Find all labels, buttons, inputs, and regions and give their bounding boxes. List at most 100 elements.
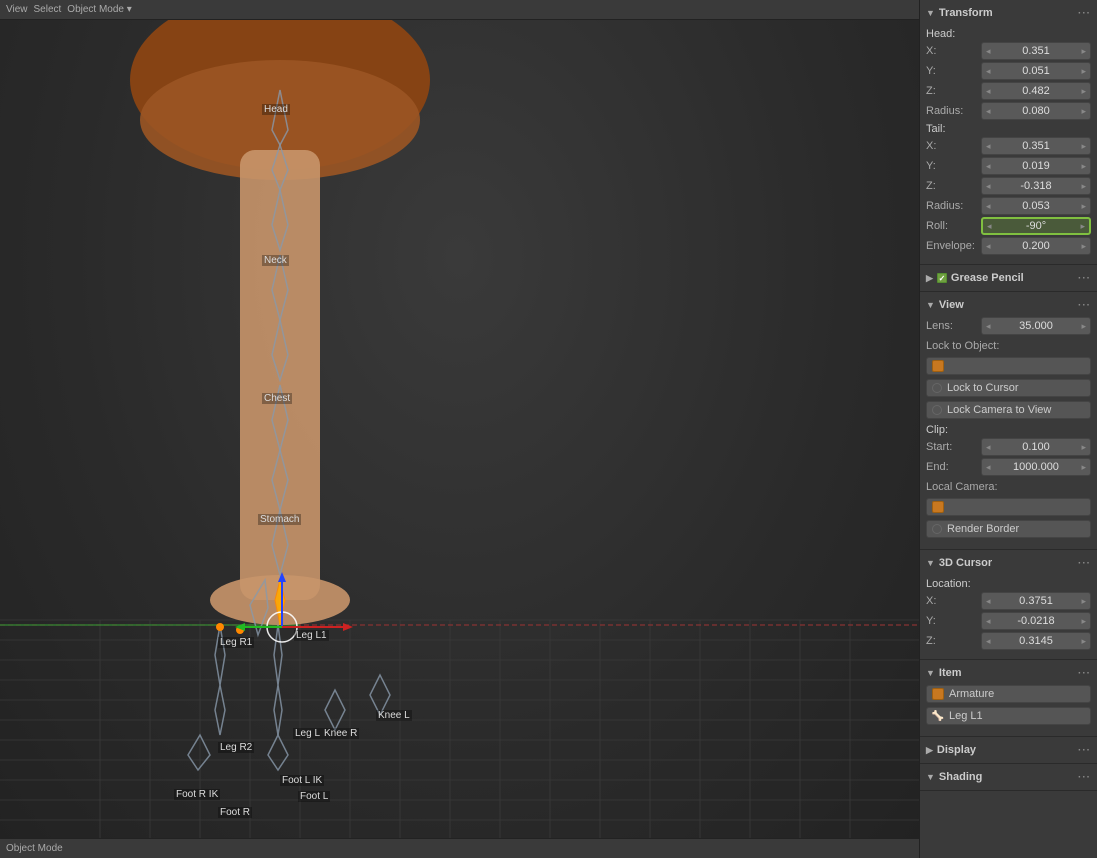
clip-end-arrow-right[interactable]: ▸ xyxy=(1081,462,1086,473)
local-camera-button[interactable] xyxy=(926,498,1091,516)
head-z-arrow-right[interactable]: ▸ xyxy=(1081,86,1086,97)
tail-z-arrow-left[interactable]: ◂ xyxy=(986,181,991,192)
tail-y-arrow-left[interactable]: ◂ xyxy=(986,161,991,172)
grease-pencil-dots: ··· xyxy=(1078,273,1091,284)
cursor-y-arrow-left[interactable]: ◂ xyxy=(986,616,991,627)
clip-end-row: End: ◂ 1000.000 ▸ xyxy=(926,458,1091,476)
transform-section: ▼ Transform ··· Head: X: ◂ 0.351 ▸ Y: ◂ … xyxy=(920,0,1097,265)
lock-cursor-button[interactable]: Lock to Cursor xyxy=(926,379,1091,397)
shading-title: Shading xyxy=(939,771,982,783)
lens-row: Lens: ◂ 35.000 ▸ xyxy=(926,317,1091,335)
local-camera-cube-icon xyxy=(932,501,944,513)
display-header[interactable]: ▶ Display ··· xyxy=(920,741,1097,759)
cursor3d-header[interactable]: ▼ 3D Cursor ··· xyxy=(920,554,1097,572)
envelope-arrow-right[interactable]: ▸ xyxy=(1081,241,1086,252)
envelope-arrow-left[interactable]: ◂ xyxy=(986,241,991,252)
clip-start-arrow-left[interactable]: ◂ xyxy=(986,442,991,453)
roll-arrow-right[interactable]: ▸ xyxy=(1080,221,1085,232)
lock-camera-row: Lock Camera to View xyxy=(926,401,1091,421)
item-section: ▼ Item ··· Armature 🦴 Leg L1 xyxy=(920,660,1097,737)
tail-y-field[interactable]: ◂ 0.019 ▸ xyxy=(981,157,1091,175)
shading-header[interactable]: ▼ Shading ··· xyxy=(920,768,1097,786)
clip-end-label: End: xyxy=(926,461,981,473)
item-header[interactable]: ▼ Item ··· xyxy=(920,664,1097,682)
select-mode-label: Select xyxy=(34,4,62,15)
cursor-x-field[interactable]: ◂ 0.3751 ▸ xyxy=(981,592,1091,610)
head-y-arrow-left[interactable]: ◂ xyxy=(986,66,991,77)
cursor-y-arrow-right[interactable]: ▸ xyxy=(1081,616,1086,627)
cursor3d-arrow: ▼ xyxy=(926,558,935,568)
head-radius-value: 0.080 xyxy=(1022,105,1050,117)
display-title: Display xyxy=(937,744,976,756)
tail-x-row: X: ◂ 0.351 ▸ xyxy=(926,137,1091,155)
tail-radius-arrow-right[interactable]: ▸ xyxy=(1081,201,1086,212)
head-x-arrow-left[interactable]: ◂ xyxy=(986,46,991,57)
head-y-arrow-right[interactable]: ▸ xyxy=(1081,66,1086,77)
roll-arrow-left[interactable]: ◂ xyxy=(987,221,992,232)
cursor3d-section: ▼ 3D Cursor ··· Location: X: ◂ 0.3751 ▸ … xyxy=(920,550,1097,660)
head-radius-arrow-left[interactable]: ◂ xyxy=(986,106,991,117)
head-z-arrow-left[interactable]: ◂ xyxy=(986,86,991,97)
lock-camera-button[interactable]: Lock Camera to View xyxy=(926,401,1091,419)
head-y-field[interactable]: ◂ 0.051 ▸ xyxy=(981,62,1091,80)
view-content: Lens: ◂ 35.000 ▸ Lock to Object: xyxy=(920,314,1097,545)
viewport-grid xyxy=(0,0,919,858)
display-arrow: ▶ xyxy=(926,745,933,756)
object-mode-dropdown[interactable]: Object Mode ▾ xyxy=(67,4,132,15)
roll-field[interactable]: ◂ -90° ▸ xyxy=(981,217,1091,235)
clip-start-field[interactable]: ◂ 0.100 ▸ xyxy=(981,438,1091,456)
tail-radius-field[interactable]: ◂ 0.053 ▸ xyxy=(981,197,1091,215)
tail-y-arrow-right[interactable]: ▸ xyxy=(1081,161,1086,172)
tail-y-row: Y: ◂ 0.019 ▸ xyxy=(926,157,1091,175)
shading-section: ▼ Shading ··· xyxy=(920,764,1097,791)
cursor-z-label: Z: xyxy=(926,635,981,647)
item-bone-button[interactable]: 🦴 Leg L1 xyxy=(926,707,1091,725)
tail-x-arrow-right[interactable]: ▸ xyxy=(1081,141,1086,152)
lens-field[interactable]: ◂ 35.000 ▸ xyxy=(981,317,1091,335)
render-border-button[interactable]: Render Border xyxy=(926,520,1091,538)
clip-start-arrow-right[interactable]: ▸ xyxy=(1081,442,1086,453)
head-group-label: Head: xyxy=(926,28,1091,40)
cursor-y-field[interactable]: ◂ -0.0218 ▸ xyxy=(981,612,1091,630)
roll-row: Roll: ◂ -90° ▸ xyxy=(926,217,1091,235)
clip-end-arrow-left[interactable]: ◂ xyxy=(986,462,991,473)
tail-x-field[interactable]: ◂ 0.351 ▸ xyxy=(981,137,1091,155)
head-radius-field[interactable]: ◂ 0.080 ▸ xyxy=(981,102,1091,120)
view-header[interactable]: ▼ View ··· xyxy=(920,296,1097,314)
clip-end-field[interactable]: ◂ 1000.000 ▸ xyxy=(981,458,1091,476)
cursor-z-arrow-right[interactable]: ▸ xyxy=(1081,636,1086,647)
cursor-z-field[interactable]: ◂ 0.3145 ▸ xyxy=(981,632,1091,650)
head-x-field[interactable]: ◂ 0.351 ▸ xyxy=(981,42,1091,60)
envelope-field[interactable]: ◂ 0.200 ▸ xyxy=(981,237,1091,255)
lock-object-button[interactable] xyxy=(926,357,1091,375)
tail-x-arrow-left[interactable]: ◂ xyxy=(986,141,991,152)
roll-value: -90° xyxy=(1026,220,1046,232)
lens-arrow-left[interactable]: ◂ xyxy=(986,321,991,332)
clip-group-label: Clip: xyxy=(926,424,1091,436)
head-radius-arrow-right[interactable]: ▸ xyxy=(1081,106,1086,117)
viewport-3d[interactable]: Head Neck Chest Stomach Leg L1 Leg R1 Le… xyxy=(0,0,919,858)
viewport-bottombar: Object Mode xyxy=(0,838,919,858)
view-mode-label: View xyxy=(6,4,28,15)
view-section: ▼ View ··· Lens: ◂ 35.000 ▸ Lock to Obje… xyxy=(920,292,1097,550)
cursor-y-value: -0.0218 xyxy=(1017,615,1054,627)
cursor-z-arrow-left[interactable]: ◂ xyxy=(986,636,991,647)
transform-content: Head: X: ◂ 0.351 ▸ Y: ◂ 0.051 ▸ Z: xyxy=(920,22,1097,260)
head-x-arrow-right[interactable]: ▸ xyxy=(1081,46,1086,57)
lock-object-field-row xyxy=(926,357,1091,377)
cursor-x-arrow-left[interactable]: ◂ xyxy=(986,596,991,607)
grease-pencil-header[interactable]: ▶ ✓ Grease Pencil ··· xyxy=(920,269,1097,287)
tail-z-field[interactable]: ◂ -0.318 ▸ xyxy=(981,177,1091,195)
tail-z-arrow-right[interactable]: ▸ xyxy=(1081,181,1086,192)
tail-radius-arrow-left[interactable]: ◂ xyxy=(986,201,991,212)
grease-pencil-checkbox[interactable]: ✓ xyxy=(937,273,947,283)
transform-header[interactable]: ▼ Transform ··· xyxy=(920,4,1097,22)
cursor-x-arrow-right[interactable]: ▸ xyxy=(1081,596,1086,607)
lens-arrow-right[interactable]: ▸ xyxy=(1081,321,1086,332)
head-z-field[interactable]: ◂ 0.482 ▸ xyxy=(981,82,1091,100)
view-arrow: ▼ xyxy=(926,300,935,310)
grease-pencil-arrow: ▶ xyxy=(926,273,933,284)
item-armature-button[interactable]: Armature xyxy=(926,685,1091,703)
tail-radius-value: 0.053 xyxy=(1022,200,1050,212)
render-border-label: Render Border xyxy=(947,523,1019,535)
